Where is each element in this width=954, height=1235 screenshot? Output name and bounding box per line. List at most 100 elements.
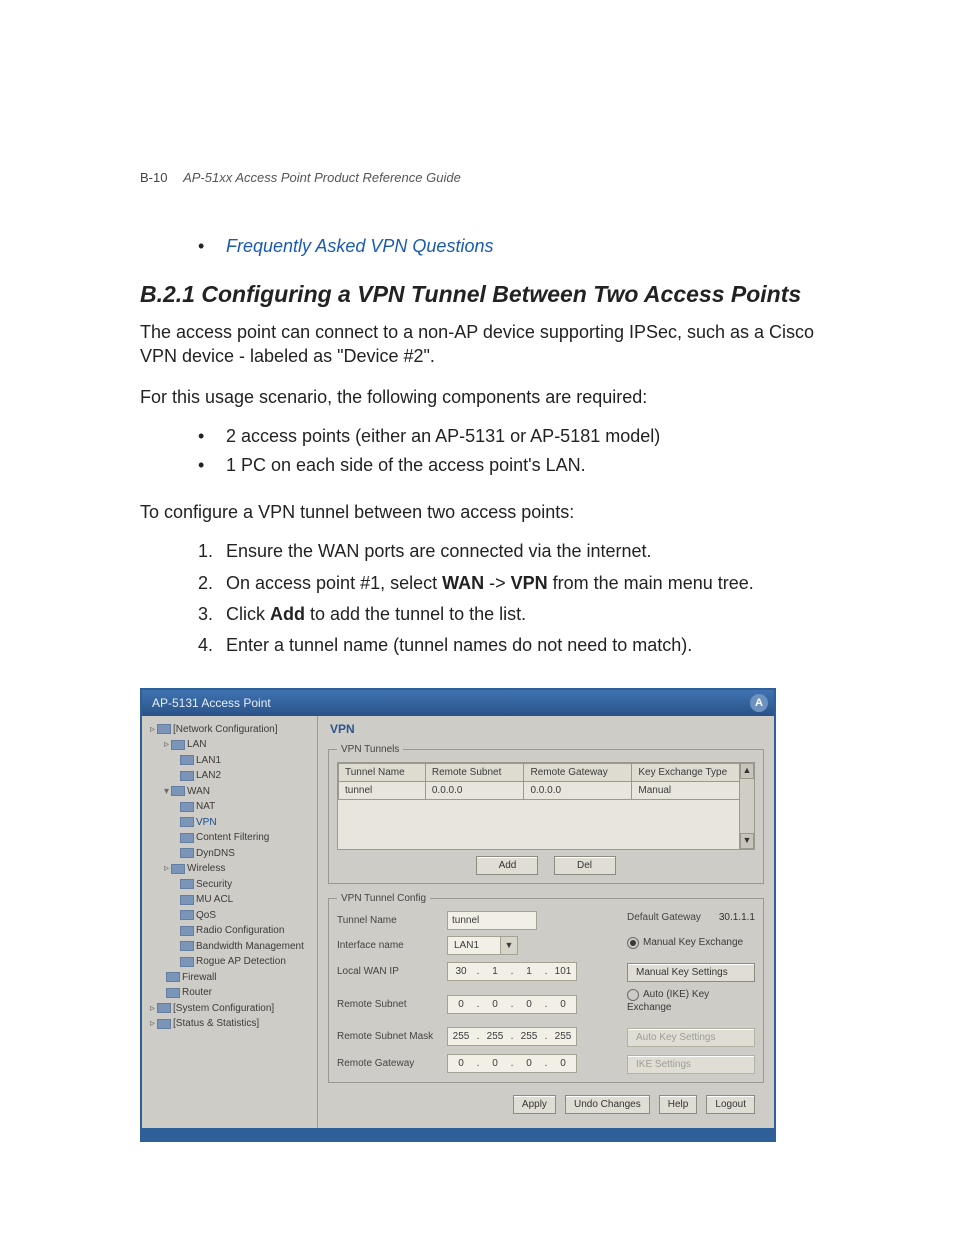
tree-item[interactable]: ▹[Status & Statistics] — [146, 1016, 313, 1032]
ip-separator: . — [542, 996, 550, 1013]
panel-title: VPN — [330, 722, 764, 738]
table-header[interactable]: Tunnel Name — [339, 764, 426, 782]
auto-key-settings-button[interactable]: Auto Key Settings — [627, 1028, 755, 1047]
window-title: AP-5131 Access Point — [152, 696, 271, 710]
auto-ike-radio[interactable] — [627, 989, 639, 1001]
ip-separator: . — [508, 1028, 516, 1045]
remote-gateway-input[interactable]: 0.0.0.0 — [447, 1054, 577, 1073]
tunnel-name-input[interactable]: tunnel — [447, 911, 537, 930]
remote-subnet-input[interactable]: 0.0.0.0 — [447, 995, 577, 1014]
tree-twist-icon[interactable]: ▹ — [150, 724, 155, 735]
tree-item[interactable]: Radio Configuration — [146, 923, 313, 939]
step-text: from the main menu tree. — [548, 573, 754, 593]
table-header[interactable]: Key Exchange Type — [632, 764, 754, 782]
tree-item[interactable]: VPN — [146, 815, 313, 831]
tree-item[interactable]: ▾WAN — [146, 784, 313, 800]
faq-vpn-link[interactable]: Frequently Asked VPN Questions — [226, 236, 493, 256]
tree-item-label: NAT — [196, 801, 215, 812]
tree-item[interactable]: Router — [146, 985, 313, 1001]
ip-separator: . — [542, 963, 550, 980]
status-strip — [142, 1128, 774, 1140]
table-header[interactable]: Remote Subnet — [425, 764, 524, 782]
manual-key-label: Manual Key Exchange — [643, 937, 743, 948]
add-keyword: Add — [270, 604, 305, 624]
tree-item-label: LAN — [187, 739, 206, 750]
ip-octet[interactable]: 0 — [516, 996, 542, 1013]
help-button[interactable]: Help — [659, 1095, 698, 1114]
tree-item[interactable]: LAN2 — [146, 768, 313, 784]
ip-octet[interactable]: 0 — [482, 996, 508, 1013]
tree-twist-icon[interactable]: ▹ — [150, 1018, 155, 1029]
scroll-up-icon[interactable]: ▲ — [740, 763, 754, 779]
tree-twist-icon[interactable]: ▹ — [164, 863, 169, 874]
tree-item-label: Router — [182, 987, 212, 998]
ip-octet[interactable]: 255 — [482, 1028, 508, 1045]
ip-octet[interactable]: 255 — [448, 1028, 474, 1045]
ip-separator: . — [542, 1028, 550, 1045]
ip-octet[interactable]: 0 — [550, 996, 576, 1013]
tree-item[interactable]: QoS — [146, 908, 313, 924]
tree-item[interactable]: ▹Wireless — [146, 861, 313, 877]
ip-octet[interactable]: 1 — [516, 963, 542, 980]
ip-separator: . — [542, 1055, 550, 1072]
tree-item[interactable]: Bandwidth Management — [146, 939, 313, 955]
tree-item-label: [System Configuration] — [173, 1003, 274, 1014]
tree-item[interactable]: DynDNS — [146, 846, 313, 862]
ip-octet[interactable]: 0 — [482, 1055, 508, 1072]
ip-octet[interactable]: 1 — [482, 963, 508, 980]
tree-item[interactable]: NAT — [146, 799, 313, 815]
ip-octet[interactable]: 0 — [550, 1055, 576, 1072]
table-header[interactable]: Remote Gateway — [524, 764, 632, 782]
interface-name-label: Interface name — [337, 939, 447, 952]
logout-button[interactable]: Logout — [706, 1095, 755, 1114]
default-gateway-value: 30.1.1.1 — [719, 911, 755, 924]
tree-item[interactable]: ▹ LAN — [146, 737, 313, 753]
local-wan-ip-input[interactable]: 30.1.1.101 — [447, 962, 577, 981]
ip-octet[interactable]: 30 — [448, 963, 474, 980]
tree-item[interactable]: LAN1 — [146, 753, 313, 769]
tree-node-icon — [166, 972, 180, 982]
tree-item-label: LAN1 — [196, 755, 221, 766]
ip-separator: . — [508, 963, 516, 980]
chevron-down-icon[interactable]: ▼ — [500, 937, 517, 954]
tree-item-label: [Network Configuration] — [173, 724, 278, 735]
tree-twist-icon[interactable]: ▾ — [164, 786, 169, 797]
tree-node-icon — [180, 802, 194, 812]
ip-octet[interactable]: 255 — [550, 1028, 576, 1045]
ip-separator: . — [508, 996, 516, 1013]
ip-octet[interactable]: 101 — [550, 963, 576, 980]
tree-item[interactable]: ▹ [System Configuration] — [146, 1001, 313, 1017]
tree-node-icon — [180, 957, 194, 967]
undo-changes-button[interactable]: Undo Changes — [565, 1095, 650, 1114]
tree-item[interactable]: Firewall — [146, 970, 313, 986]
tree-item[interactable]: Content Filtering — [146, 830, 313, 846]
tree-item[interactable]: ▹ [Network Configuration] — [146, 722, 313, 738]
ip-octet[interactable]: 0 — [516, 1055, 542, 1072]
tree-node-icon — [180, 895, 194, 905]
step-text: -> — [484, 573, 511, 593]
table-cell: 0.0.0.0 — [524, 782, 632, 800]
ip-octet[interactable]: 0 — [448, 996, 474, 1013]
manual-key-radio[interactable] — [627, 937, 639, 949]
vpn-tunnels-table[interactable]: Tunnel NameRemote SubnetRemote GatewayKe… — [338, 763, 754, 800]
tree-twist-icon[interactable]: ▹ — [150, 1003, 155, 1014]
table-scrollbar[interactable]: ▲ ▼ — [739, 763, 754, 849]
manual-key-settings-button[interactable]: Manual Key Settings — [627, 963, 755, 982]
interface-select[interactable]: LAN1 ▼ — [447, 936, 518, 955]
tree-twist-icon[interactable]: ▹ — [164, 739, 169, 750]
table-row[interactable]: tunnel0.0.0.00.0.0.0Manual — [339, 782, 754, 800]
scroll-down-icon[interactable]: ▼ — [740, 833, 754, 849]
remote-subnet-label: Remote Subnet — [337, 998, 447, 1011]
tree-item[interactable]: Security — [146, 877, 313, 893]
remote-subnet-mask-input[interactable]: 255.255.255.255 — [447, 1027, 577, 1046]
paragraph-2: For this usage scenario, the following c… — [140, 385, 844, 409]
tree-item[interactable]: MU ACL — [146, 892, 313, 908]
ip-octet[interactable]: 0 — [448, 1055, 474, 1072]
del-button[interactable]: Del — [554, 856, 616, 875]
wan-keyword: WAN — [442, 573, 484, 593]
tree-item[interactable]: Rogue AP Detection — [146, 954, 313, 970]
add-button[interactable]: Add — [476, 856, 538, 875]
ike-settings-button[interactable]: IKE Settings — [627, 1055, 755, 1074]
ip-octet[interactable]: 255 — [516, 1028, 542, 1045]
apply-button[interactable]: Apply — [513, 1095, 556, 1114]
